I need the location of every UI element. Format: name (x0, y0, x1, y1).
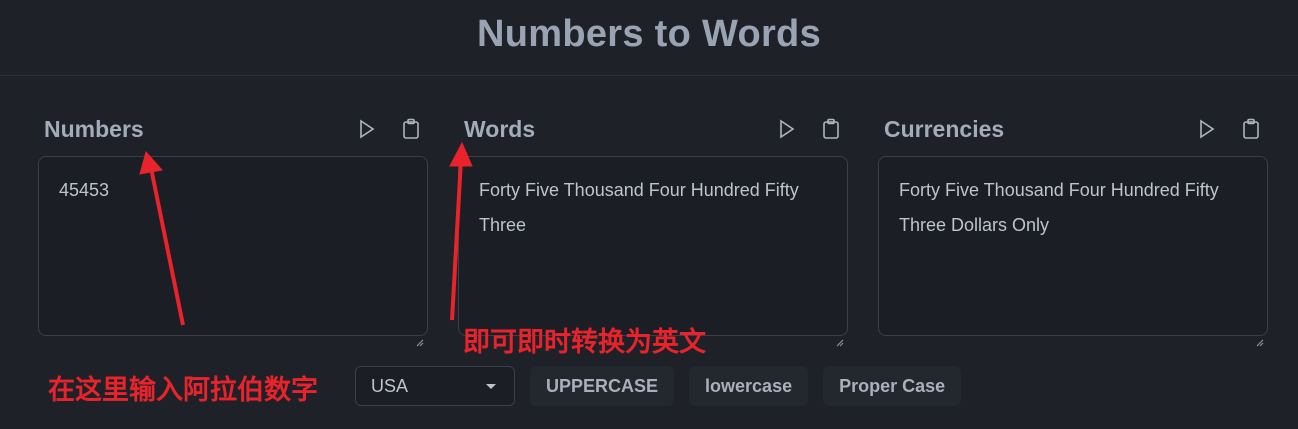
words-tools (776, 118, 842, 140)
play-icon[interactable] (1196, 118, 1218, 140)
words-output[interactable]: Forty Five Thousand Four Hundred Fifty T… (458, 156, 848, 347)
convert-hint-annotation: 即可即时转换为英文 (463, 327, 706, 358)
uppercase-button[interactable]: UPPERCASE (530, 366, 675, 406)
numbers-panel: Numbers 45453 (38, 112, 428, 347)
currencies-panel-header: Currencies (878, 112, 1268, 146)
words-label: Words (464, 115, 536, 142)
currencies-tools (1196, 118, 1262, 140)
country-select-value: USA (371, 375, 409, 396)
resize-handle-icon[interactable] (416, 324, 424, 347)
page: Numbers to Words Numbers 45453 Words For… (0, 0, 1298, 429)
resize-handle-icon[interactable] (1256, 324, 1264, 347)
clipboard-icon[interactable] (1240, 118, 1262, 140)
words-panel: Words Forty Five Thousand Four Hundred F… (458, 112, 848, 347)
clipboard-icon[interactable] (820, 118, 842, 140)
country-select[interactable]: USA (355, 366, 515, 406)
input-hint-annotation: 在这里输入阿拉伯数字 (48, 375, 318, 406)
play-icon[interactable] (356, 118, 378, 140)
words-output-value: Forty Five Thousand Four Hundred Fifty T… (479, 180, 799, 235)
numbers-label: Numbers (44, 115, 144, 142)
resize-handle-icon[interactable] (836, 324, 844, 347)
numbers-panel-header: Numbers (38, 112, 428, 146)
words-panel-header: Words (458, 112, 848, 146)
lowercase-button[interactable]: lowercase (689, 366, 809, 406)
numbers-input-value: 45453 (59, 180, 110, 200)
propercase-button[interactable]: Proper Case (823, 366, 962, 406)
chevron-down-icon (486, 383, 496, 389)
clipboard-icon[interactable] (400, 118, 422, 140)
currencies-output[interactable]: Forty Five Thousand Four Hundred Fifty T… (878, 156, 1268, 347)
currencies-output-value: Forty Five Thousand Four Hundred Fifty T… (899, 180, 1219, 235)
numbers-tools (356, 118, 422, 140)
currencies-label: Currencies (884, 115, 1005, 142)
play-icon[interactable] (776, 118, 798, 140)
currencies-panel: Currencies Forty Five Thousand Four Hund… (878, 112, 1268, 347)
page-title: Numbers to Words (476, 13, 822, 55)
format-controls: USA UPPERCASE lowercase Proper Case (355, 366, 962, 406)
numbers-input[interactable]: 45453 (38, 156, 428, 347)
header: Numbers to Words (0, 0, 1298, 76)
